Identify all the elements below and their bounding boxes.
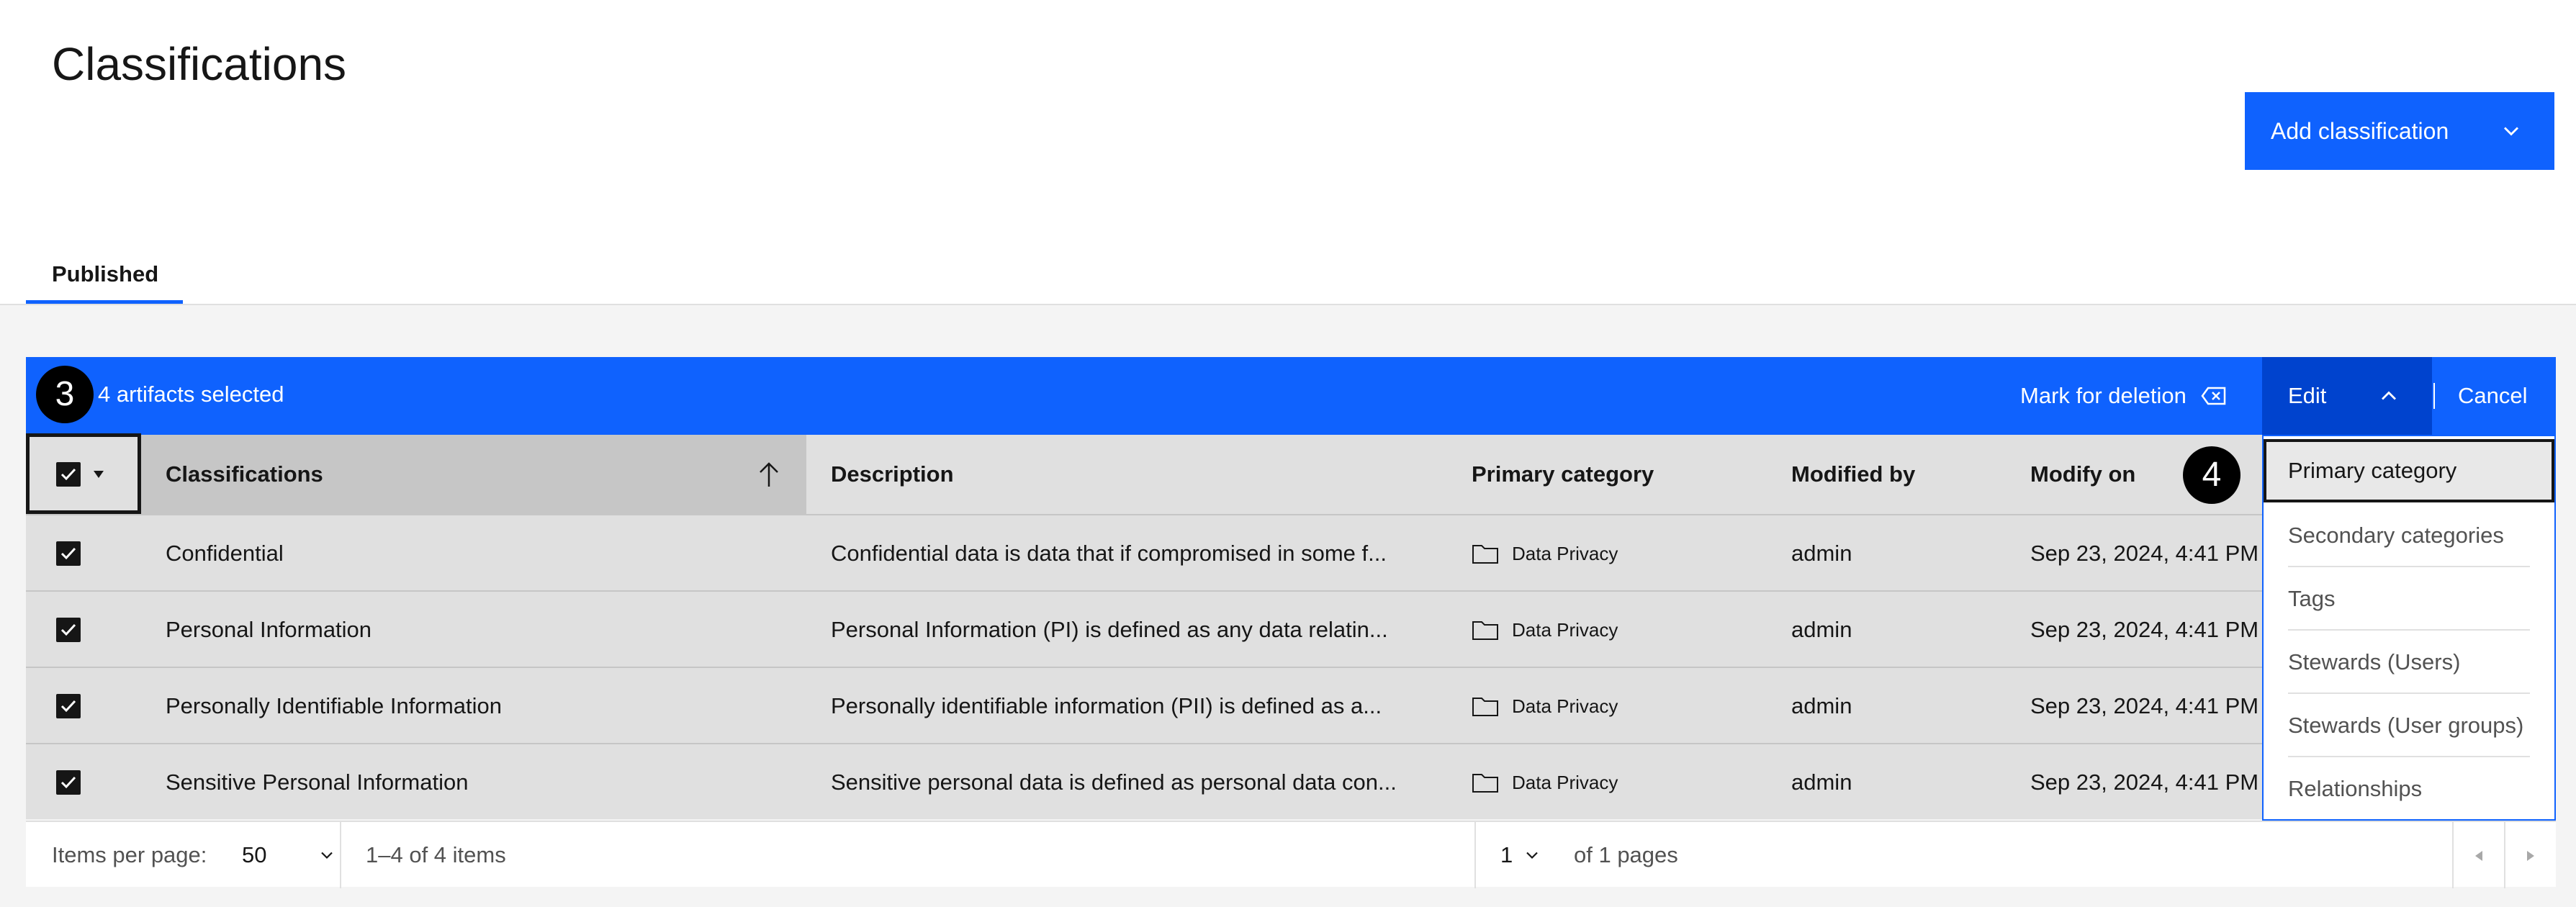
- highlight-select-all: [26, 433, 141, 514]
- divider: [2433, 383, 2435, 409]
- row-checkbox[interactable]: [56, 694, 81, 718]
- step-4-badge: 4: [2183, 446, 2241, 504]
- mark-for-deletion-button[interactable]: Mark for deletion: [2020, 357, 2227, 435]
- pages-total: of 1 pages: [1574, 842, 1678, 867]
- sort-arrow-up-icon: [760, 462, 778, 487]
- divider: [340, 822, 341, 888]
- menu-item-primary-category[interactable]: Primary category: [2264, 439, 2554, 502]
- checkbox-checked-icon: [60, 700, 76, 713]
- items-per-page-label: Items per page:: [52, 842, 207, 867]
- add-classification-button[interactable]: Add classification: [2245, 92, 2554, 170]
- folder-icon: [1472, 545, 1498, 564]
- edit-label: Edit: [2288, 383, 2327, 408]
- category-label: Data Privacy: [1512, 543, 1618, 564]
- pagination: Items per page: 50 1–4 of 4 items 1 of 1…: [26, 821, 2556, 888]
- cell-name: Sensitive Personal Information: [166, 770, 469, 795]
- table-row[interactable]: Confidential Confidential data is data t…: [26, 514, 2556, 590]
- cell-primary-category: Data Privacy: [1472, 668, 1618, 744]
- cell-primary-category: Data Privacy: [1472, 592, 1618, 668]
- divider: [1474, 822, 1476, 888]
- next-page-button[interactable]: [2505, 822, 2556, 888]
- column-label: Classifications: [166, 461, 323, 487]
- cell-name: Confidential: [166, 541, 284, 566]
- category-label: Data Privacy: [1512, 619, 1618, 641]
- row-checkbox[interactable]: [56, 618, 81, 642]
- cell-description: Confidential data is data that if compro…: [831, 541, 1387, 566]
- cell-modified-by: admin: [1791, 770, 1852, 795]
- menu-item-secondary-categories[interactable]: Secondary categories: [2264, 504, 2554, 567]
- tab-published[interactable]: Published: [26, 245, 183, 304]
- table-row[interactable]: Personally Identifiable Information Pers…: [26, 667, 2556, 743]
- delete-icon: [2201, 387, 2226, 405]
- page-select[interactable]: 1: [1500, 822, 1558, 888]
- checkbox-checked-icon: [60, 776, 76, 789]
- cell-description: Personally identifiable information (PII…: [831, 693, 1382, 718]
- selected-count: 4 artifacts selected: [98, 382, 284, 407]
- row-checkbox[interactable]: [56, 770, 81, 795]
- page: Classifications Add classification Publi…: [0, 0, 2576, 907]
- cell-description: Sensitive personal data is defined as pe…: [831, 770, 1397, 795]
- folder-icon: [1472, 698, 1498, 716]
- chevron-down-icon: [1526, 852, 1538, 859]
- folder-icon: [1472, 621, 1498, 640]
- chevron-down-icon: [321, 852, 333, 859]
- column-header-description[interactable]: Description: [806, 435, 954, 514]
- cell-modified-by: admin: [1791, 617, 1852, 642]
- checkbox-checked-icon: [60, 547, 76, 560]
- cell-modified-on: Sep 23, 2024, 4:41 PM: [2030, 617, 2259, 642]
- row-checkbox[interactable]: [56, 541, 81, 566]
- cell-modified-on: Sep 23, 2024, 4:41 PM: [2030, 541, 2259, 566]
- page-title: Classifications: [52, 38, 347, 90]
- table-row[interactable]: Personal Information Personal Informatio…: [26, 590, 2556, 667]
- page-value: 1: [1500, 842, 1513, 867]
- cell-modified-by: admin: [1791, 541, 1852, 566]
- caret-left-icon: [2475, 851, 2482, 861]
- menu-item-relationships[interactable]: Relationships: [2264, 757, 2554, 821]
- column-header-classifications[interactable]: Classifications: [141, 435, 806, 514]
- edit-menu-button[interactable]: Edit: [2262, 357, 2432, 435]
- items-per-page-select[interactable]: 50: [242, 822, 343, 888]
- cell-primary-category: Data Privacy: [1472, 515, 1618, 592]
- table-header: Classifications Description Primary cate…: [26, 435, 2556, 514]
- cell-name: Personal Information: [166, 617, 372, 642]
- cell-primary-category: Data Privacy: [1472, 744, 1618, 821]
- add-classification-label: Add classification: [2271, 117, 2449, 144]
- edit-dropdown-menu: Primary category Secondary categories Ta…: [2262, 435, 2556, 821]
- caret-right-icon: [2527, 851, 2534, 861]
- chevron-up-icon: [2382, 391, 2396, 400]
- table-row[interactable]: Sensitive Personal Information Sensitive…: [26, 743, 2556, 819]
- checkbox-checked-icon: [60, 623, 76, 636]
- category-label: Data Privacy: [1512, 772, 1618, 793]
- classifications-table: Classifications Description Primary cate…: [26, 435, 2556, 819]
- batch-action-bar: 4 artifacts selected Mark for deletion E…: [26, 357, 2556, 435]
- folder-icon: [1472, 774, 1498, 793]
- menu-item-stewards-users[interactable]: Stewards (Users): [2264, 631, 2554, 694]
- cancel-button[interactable]: Cancel: [2458, 357, 2528, 435]
- column-header-modify-on[interactable]: Modify on: [2006, 435, 2135, 514]
- chevron-down-icon: [2504, 127, 2518, 136]
- cell-modified-by: admin: [1791, 693, 1852, 718]
- cell-modified-on: Sep 23, 2024, 4:41 PM: [2030, 770, 2259, 795]
- cell-description: Personal Information (PI) is defined as …: [831, 617, 1388, 642]
- items-range: 1–4 of 4 items: [366, 842, 506, 867]
- mark-for-deletion-label: Mark for deletion: [2020, 383, 2187, 408]
- menu-item-stewards-user-groups[interactable]: Stewards (User groups): [2264, 694, 2554, 757]
- step-3-badge: 3: [36, 366, 94, 423]
- cell-name: Personally Identifiable Information: [166, 693, 502, 718]
- column-header-primary-category[interactable]: Primary category: [1447, 435, 1654, 514]
- category-label: Data Privacy: [1512, 695, 1618, 717]
- menu-item-tags[interactable]: Tags: [2264, 567, 2554, 631]
- cell-modified-on: Sep 23, 2024, 4:41 PM: [2030, 693, 2259, 718]
- previous-page-button[interactable]: [2454, 822, 2504, 888]
- column-header-modified-by[interactable]: Modified by: [1767, 435, 1915, 514]
- items-per-page-value: 50: [242, 842, 267, 867]
